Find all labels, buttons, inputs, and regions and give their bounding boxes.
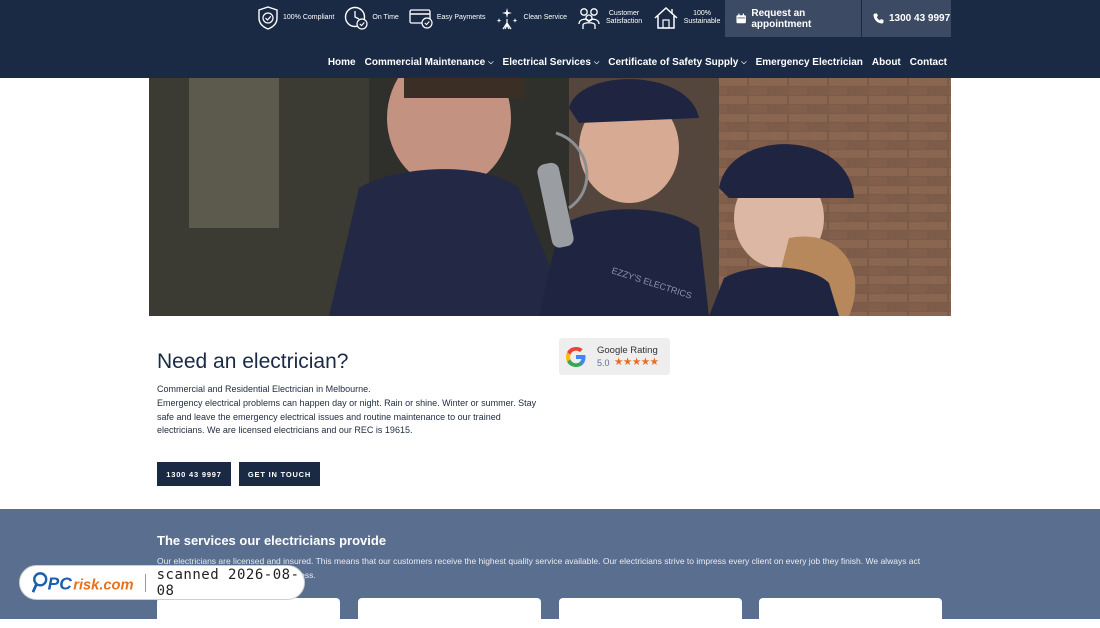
nav-label: Electrical Services [502, 57, 591, 68]
nav-label: Commercial Maintenance [364, 57, 486, 68]
badge-label: On Time [372, 14, 399, 21]
calendar-icon [736, 13, 746, 24]
watermark-divider [144, 573, 146, 592]
badge-customer-satisfaction: Customer Satisfaction [577, 6, 643, 30]
intro-line-1: Commercial and Residential Electrician i… [157, 384, 371, 394]
chevron-down-icon: ⌵ [741, 58, 747, 66]
clock-check-icon [345, 6, 368, 30]
get-in-touch-button[interactable]: GET IN TOUCH [239, 462, 320, 486]
nav-label: Emergency Electrician [755, 57, 863, 68]
phone-icon [873, 13, 884, 24]
badge-compliant: 100% Compliant [257, 6, 334, 30]
shield-check-icon [258, 6, 278, 30]
badge-label: Clean Service [523, 14, 568, 21]
nav-contact[interactable]: Contact [910, 57, 947, 68]
eco-house-icon [654, 6, 678, 29]
header-phone-label: 1300 43 9997 [889, 13, 951, 24]
intro-heading: Need an electrician? [157, 350, 349, 373]
badge-label: 100% Compliant [283, 14, 335, 21]
nav-certificate-of-safety-supply[interactable]: Certificate of Safety Supply ⌵ [608, 57, 746, 68]
nav-label: Certificate of Safety Supply [608, 57, 739, 68]
site-header: 100% Compliant On Time Easy Payments Cle… [0, 0, 1100, 78]
service-card[interactable] [157, 598, 340, 628]
nav-home[interactable]: Home [328, 57, 356, 68]
nav-label: Contact [909, 57, 947, 68]
google-g-icon [566, 347, 586, 367]
badge-label: Easy Payments [436, 14, 486, 21]
svg-text:risk.com: risk.com [73, 577, 133, 593]
badge-easy-payments: Easy Payments [409, 7, 486, 29]
nav-label: Home [327, 57, 356, 68]
intro-line-2: Emergency electrical problems can happen… [157, 398, 537, 435]
nav-label: About [871, 57, 901, 68]
pcrisk-watermark: PC risk.com scanned 2026-08-08 [19, 565, 305, 600]
watermark-scan-date: scanned 2026-08-08 [156, 566, 300, 599]
call-phone-button[interactable]: 1300 43 9997 [157, 462, 231, 486]
service-card[interactable] [559, 598, 742, 628]
service-card[interactable] [759, 598, 942, 628]
nav-emergency-electrician[interactable]: Emergency Electrician [756, 57, 863, 68]
google-rating-title: Google Rating [597, 345, 658, 356]
badge-sustainable: 100% Sustainable [653, 6, 721, 30]
services-section: The services our electricians provide Ou… [0, 509, 1100, 628]
sparkle-broom-icon [496, 8, 518, 30]
feature-badges: 100% Compliant On Time Easy Payments Cle… [257, 4, 731, 32]
chevron-down-icon: ⌵ [488, 58, 494, 66]
google-rating-badge[interactable]: Google Rating 5.0 ★★★★★ [559, 338, 670, 375]
badge-on-time: On Time [344, 6, 399, 30]
service-card[interactable] [358, 598, 541, 628]
header-phone-button[interactable]: 1300 43 9997 [862, 0, 951, 37]
hero-illustration: EZZY'S ELECTRICS [149, 78, 951, 316]
nav-commercial-maintenance[interactable]: Commercial Maintenance ⌵ [365, 57, 494, 68]
nav-electrical-services[interactable]: Electrical Services ⌵ [503, 57, 600, 68]
people-icon [578, 8, 600, 29]
pcrisk-logo: PC risk.com [32, 571, 134, 593]
google-rating-score: 5.0 [597, 358, 610, 368]
main-nav: Home Commercial Maintenance ⌵ Electrical … [319, 57, 947, 68]
badge-label: Customer Satisfaction [605, 10, 643, 25]
request-appointment-button[interactable]: Request an appointment [725, 0, 861, 37]
nav-about[interactable]: About [872, 57, 901, 68]
hero-photo: EZZY'S ELECTRICS [149, 78, 951, 316]
google-rating-stars: ★★★★★ [614, 356, 659, 368]
chevron-down-icon: ⌵ [593, 58, 600, 66]
services-heading: The services our electricians provide [157, 533, 387, 548]
badge-label: 100% Sustainable [683, 10, 721, 25]
svg-text:PC: PC [48, 573, 73, 593]
badge-clean-service: Clean Service [495, 6, 567, 30]
request-appointment-label: Request an appointment [751, 7, 812, 30]
card-check-icon [409, 9, 433, 29]
